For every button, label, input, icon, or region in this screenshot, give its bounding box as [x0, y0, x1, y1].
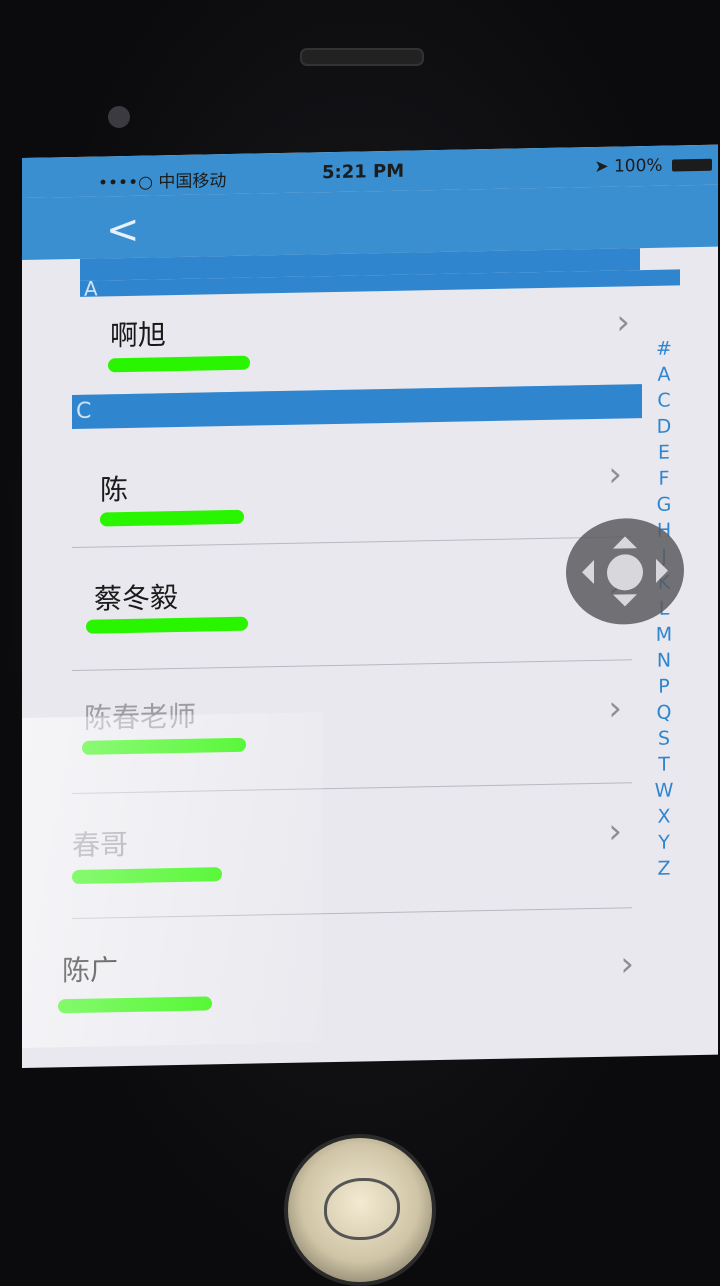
phone-screen: ••••○ 中国移动 5:21 PM ➤ 100% < A 啊旭 › C 陈 ›…	[22, 144, 718, 1069]
index-letter[interactable]: S	[644, 725, 684, 752]
contact-row[interactable]: 春哥 ›	[72, 783, 632, 920]
left-arrow-icon	[570, 560, 594, 585]
back-button[interactable]: <	[106, 207, 140, 254]
contact-row[interactable]: 陈春老师 ›	[72, 660, 632, 795]
home-button-sticker	[324, 1178, 400, 1240]
up-arrow-icon	[613, 524, 637, 549]
down-arrow-icon	[613, 594, 637, 619]
status-right: ➤ 100%	[594, 155, 712, 177]
index-letter[interactable]: Y	[644, 829, 684, 856]
battery-icon	[672, 158, 712, 172]
contact-name: 啊旭	[110, 318, 167, 353]
index-letter[interactable]: Q	[644, 699, 684, 726]
index-letter[interactable]: D	[644, 413, 684, 440]
clock: 5:21 PM	[322, 160, 405, 184]
redaction-mark	[72, 867, 222, 885]
front-camera	[108, 106, 130, 128]
index-letter[interactable]: M	[644, 621, 684, 648]
redaction-mark	[82, 737, 246, 755]
carrier-label: ••••○ 中国移动	[98, 171, 227, 194]
index-letter[interactable]: F	[644, 465, 684, 492]
contact-name: 陈广	[62, 953, 119, 988]
right-arrow-icon	[656, 558, 680, 583]
index-letter[interactable]: N	[644, 647, 684, 674]
chevron-right-icon: ›	[616, 302, 630, 343]
index-letter[interactable]: P	[644, 673, 684, 700]
index-letter[interactable]: X	[644, 803, 684, 830]
chevron-right-icon: ›	[620, 944, 634, 985]
contact-row[interactable]: 陈广 ›	[52, 908, 644, 1049]
chevron-right-icon: ›	[608, 454, 622, 495]
phone-device: ••••○ 中国移动 5:21 PM ➤ 100% < A 啊旭 › C 陈 ›…	[0, 0, 720, 1286]
index-letter[interactable]: #	[644, 335, 684, 362]
redaction-mark	[58, 996, 212, 1014]
index-letter[interactable]: G	[644, 491, 684, 518]
index-letter[interactable]: W	[644, 777, 684, 804]
chevron-right-icon: ›	[608, 811, 622, 852]
assistive-touch-center	[607, 554, 643, 591]
section-letter: C	[76, 398, 92, 424]
contact-name: 蔡冬毅	[94, 581, 179, 616]
index-letter[interactable]: Z	[644, 855, 684, 882]
contact-name: 陈	[100, 472, 129, 507]
earpiece	[300, 48, 424, 66]
battery-percent: 100%	[613, 155, 663, 177]
contact-row[interactable]: 陈 ›	[72, 418, 632, 549]
contact-row[interactable]: 蔡冬毅 ›	[72, 537, 632, 672]
redaction-mark	[86, 616, 248, 634]
index-letter[interactable]: C	[644, 387, 684, 414]
index-letter[interactable]: A	[644, 361, 684, 388]
redaction-mark	[108, 355, 250, 373]
contact-name: 陈春老师	[84, 699, 197, 735]
redaction-mark	[100, 509, 244, 527]
home-button[interactable]	[284, 1134, 436, 1286]
contact-name: 春哥	[72, 827, 129, 863]
contact-row[interactable]: 啊旭 ›	[80, 288, 640, 396]
chevron-right-icon: ›	[608, 688, 622, 729]
index-letter[interactable]: E	[644, 439, 684, 466]
section-letter: A	[84, 276, 98, 301]
location-arrow-icon: ➤	[594, 156, 609, 178]
index-letter[interactable]: T	[644, 751, 684, 778]
